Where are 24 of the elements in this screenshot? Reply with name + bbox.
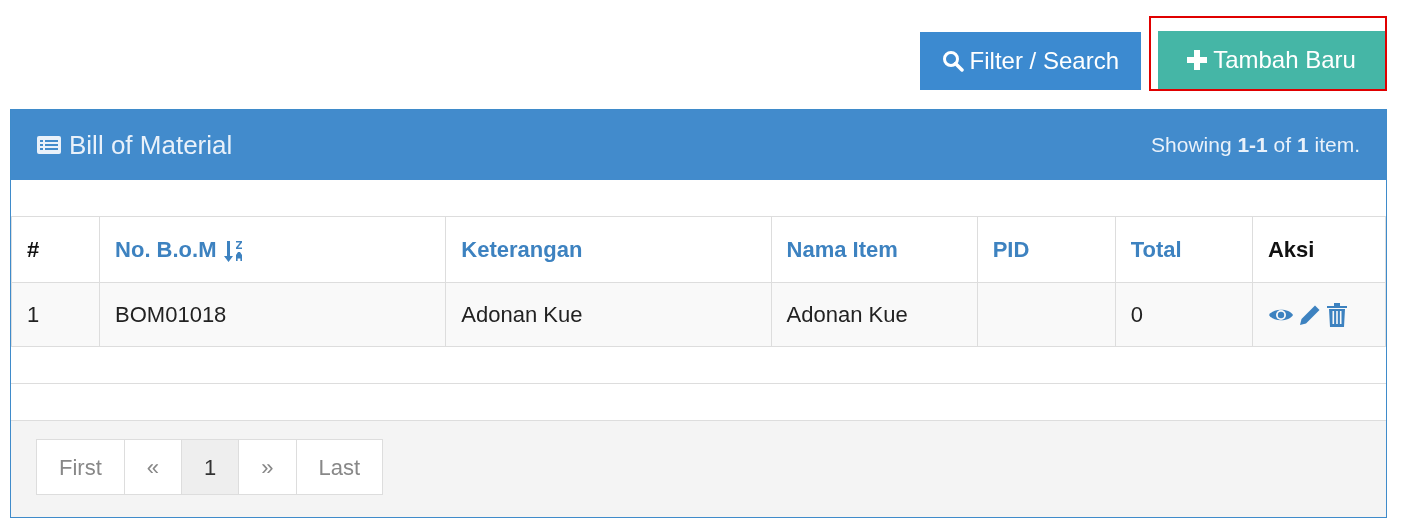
- panel-title: Bill of Material: [69, 128, 233, 162]
- table-cell: Adonan Kue: [461, 302, 583, 327]
- table-cell: Adonan Kue: [786, 302, 908, 327]
- sort-link[interactable]: PID: [992, 237, 1030, 262]
- sort-link[interactable]: Keterangan: [461, 237, 583, 262]
- summary-text: Showing 1-1 of 1 item.: [1151, 132, 1360, 159]
- list-icon: [37, 135, 61, 155]
- trash-icon[interactable]: [1325, 301, 1348, 328]
- search-icon: [941, 50, 964, 72]
- column-header: Aksi: [1267, 237, 1315, 262]
- sort-link[interactable]: No. B.o.M: [115, 237, 217, 262]
- table-cell: 1: [27, 302, 40, 327]
- page-link[interactable]: Last: [295, 439, 384, 495]
- add-button[interactable]: Tambah Baru: [1158, 31, 1385, 89]
- table-cell: 0: [1130, 302, 1144, 327]
- plus-icon: [1187, 50, 1208, 70]
- column-header: #: [27, 237, 40, 262]
- table-cell: BOM01018: [115, 302, 227, 327]
- filter-button[interactable]: Filter / Search: [919, 32, 1141, 90]
- sort-link[interactable]: Total: [1130, 237, 1182, 262]
- page-link[interactable]: »: [238, 439, 297, 495]
- page-link[interactable]: First: [36, 439, 125, 495]
- page-link[interactable]: «: [123, 439, 182, 495]
- page-link[interactable]: 1: [181, 439, 240, 495]
